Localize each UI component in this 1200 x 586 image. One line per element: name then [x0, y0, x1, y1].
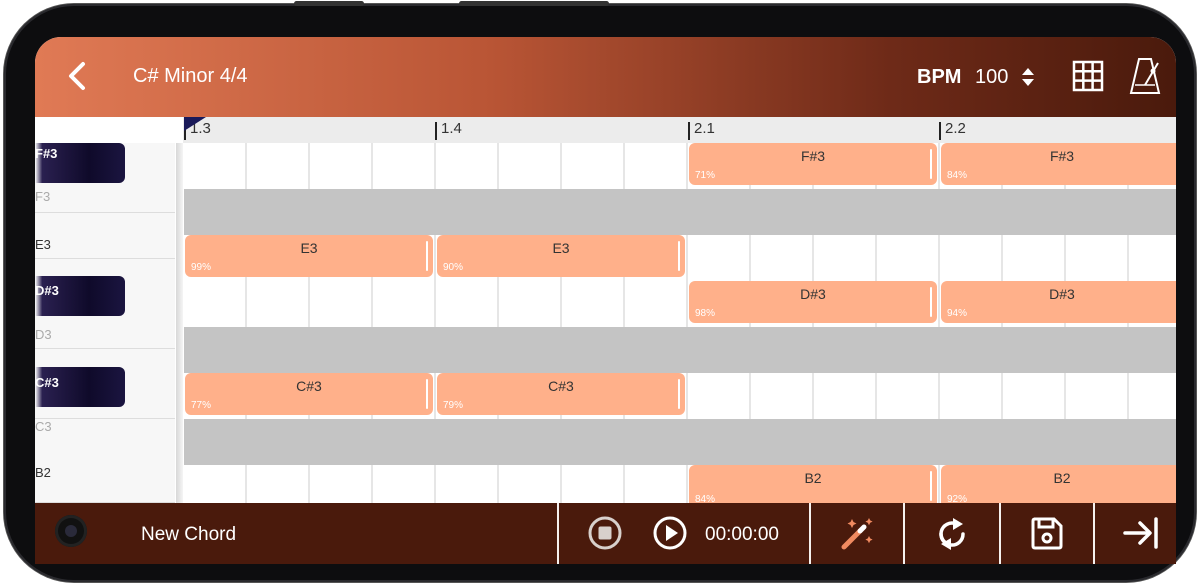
resize-handle[interactable] — [930, 471, 932, 501]
timeline-ruler[interactable]: 1.3 1.4 2.1 2.2 — [35, 117, 1176, 143]
chord-note[interactable]: D#3 98% — [689, 281, 937, 323]
key-label: D#3 — [35, 283, 59, 298]
resize-handle[interactable] — [930, 287, 932, 317]
toolbar-divider — [809, 503, 811, 564]
resize-handle[interactable] — [426, 379, 428, 409]
toolbar-divider — [903, 503, 905, 564]
key-label: C#3 — [35, 375, 59, 390]
toolbar-divider — [999, 503, 1001, 564]
note-velocity: 98% — [695, 308, 716, 319]
note-velocity: 94% — [947, 308, 968, 319]
resize-handle[interactable] — [678, 379, 680, 409]
note-velocity: 77% — [191, 400, 212, 411]
chord-note[interactable]: E3 90% — [437, 235, 685, 277]
refresh-icon[interactable] — [933, 515, 971, 553]
chord-note[interactable]: C#3 79% — [437, 373, 685, 415]
ruler-mark: 1.4 — [435, 121, 462, 140]
stop-icon[interactable] — [587, 515, 623, 551]
ruler-mark: 2.1 — [688, 121, 715, 140]
ruler-mark: 2.2 — [939, 121, 966, 140]
front-camera — [55, 515, 87, 547]
note-label: D#3 — [1049, 286, 1075, 302]
metronome-icon[interactable] — [1128, 55, 1162, 97]
power-button — [459, 1, 609, 6]
grid-row[interactable] — [184, 327, 1176, 373]
new-chord-button[interactable]: New Chord — [141, 524, 236, 546]
ruler-spacer — [35, 117, 183, 143]
note-label: E3 — [300, 240, 318, 256]
note-velocity: 84% — [695, 494, 716, 503]
key-label: E3 — [35, 237, 51, 252]
back-arrow-icon[interactable] — [63, 59, 91, 93]
note-label: D#3 — [800, 286, 826, 302]
top-bar: C# Minor 4/4 BPM 100 — [35, 37, 1176, 117]
keyboard-edge — [176, 143, 183, 503]
key-label: C3 — [35, 419, 52, 434]
piano-roll-grid[interactable]: F#3 71% F#3 84% E3 99% E3 90% D#3 98% D#… — [184, 143, 1176, 503]
phone-frame: C# Minor 4/4 BPM 100 1.3 1.4 2.1 2.2 F#3… — [4, 1, 1196, 582]
note-label: C#3 — [296, 378, 322, 394]
piano-key-white[interactable] — [35, 213, 175, 259]
playhead-marker[interactable] — [184, 117, 206, 131]
grid-row[interactable] — [184, 189, 1176, 235]
bottom-toolbar: New Chord 00:00:00 — [35, 503, 1176, 564]
resize-handle[interactable] — [678, 241, 680, 271]
note-label: C#3 — [548, 378, 574, 394]
note-label: F#3 — [800, 148, 826, 164]
bpm-label: BPM — [917, 66, 962, 88]
key-label: F#3 — [35, 146, 58, 161]
key-label: D3 — [35, 327, 52, 342]
export-icon[interactable] — [1121, 515, 1161, 551]
grid-icon[interactable] — [1071, 59, 1105, 93]
note-velocity: 99% — [191, 262, 212, 273]
note-velocity: 71% — [695, 170, 716, 181]
key-label: B2 — [35, 465, 51, 480]
key-label: F3 — [35, 189, 51, 204]
grid-row[interactable] — [184, 419, 1176, 465]
note-label: B2 — [1053, 470, 1071, 486]
chord-note[interactable]: C#3 77% — [185, 373, 433, 415]
toolbar-divider — [557, 503, 559, 564]
save-icon[interactable] — [1029, 515, 1065, 551]
resize-handle[interactable] — [930, 149, 932, 179]
piano-keyboard: F#3 F3 E3 D#3 D3 C#3 C3 B2 — [35, 143, 183, 503]
volume-button — [294, 1, 364, 6]
magic-wand-icon[interactable] — [838, 514, 876, 552]
resize-handle[interactable] — [426, 241, 428, 271]
note-label: E3 — [552, 240, 570, 256]
bpm-value[interactable]: 100 — [975, 66, 1008, 89]
song-title: C# Minor 4/4 — [133, 65, 248, 87]
chord-note[interactable]: E3 99% — [185, 235, 433, 277]
note-velocity: 84% — [947, 170, 968, 181]
play-icon[interactable] — [652, 515, 688, 551]
spinner-arrows-icon[interactable] — [1021, 66, 1035, 88]
playback-time: 00:00:00 — [705, 524, 779, 545]
note-velocity: 90% — [443, 262, 464, 273]
chord-note[interactable]: F#3 84% — [941, 143, 1176, 185]
toolbar-divider — [1093, 503, 1095, 564]
app-screen: C# Minor 4/4 BPM 100 1.3 1.4 2.1 2.2 F#3… — [35, 37, 1176, 564]
chord-note[interactable]: D#3 94% — [941, 281, 1176, 323]
chord-note[interactable]: B2 92% — [941, 465, 1176, 503]
note-velocity: 79% — [443, 400, 464, 411]
piano-key-white[interactable] — [35, 419, 175, 503]
note-velocity: 92% — [947, 494, 968, 503]
note-label: B2 — [804, 470, 822, 486]
chord-note[interactable]: F#3 71% — [689, 143, 937, 185]
chord-note[interactable]: B2 84% — [689, 465, 937, 503]
note-label: F#3 — [1049, 148, 1075, 164]
